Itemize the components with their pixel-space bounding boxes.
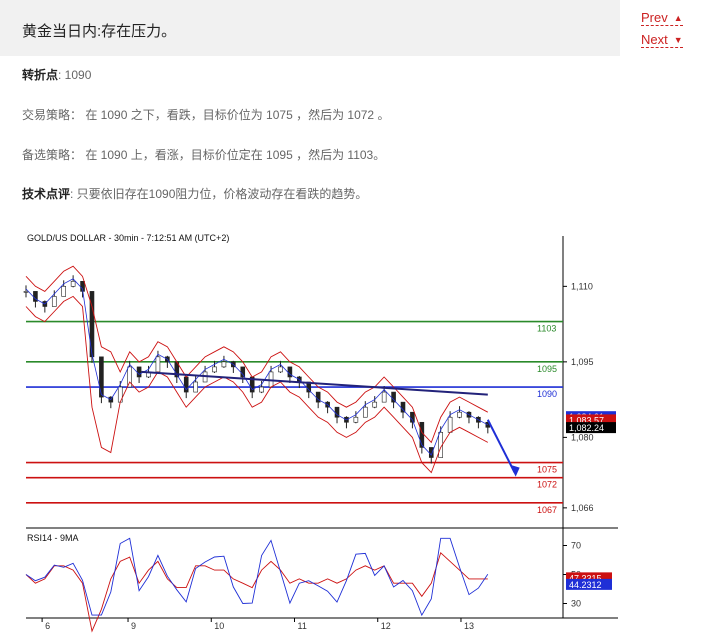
- candle-body: [428, 447, 434, 458]
- comment-label: 技术点评: [22, 187, 71, 201]
- candle-body: [381, 391, 387, 403]
- candle-body: [193, 381, 198, 393]
- strategy-paragraph: 交易策略： 在 1090 之下，看跌，目标价位为 1075 ，然后为 1072 …: [22, 106, 389, 123]
- projection-arrow-line: [486, 419, 516, 474]
- article-title: 黄金当日内:存在压力。: [22, 23, 177, 40]
- triangle-up-icon: ▲: [673, 13, 683, 23]
- candle-body: [362, 406, 368, 418]
- candle-body: [51, 296, 57, 307]
- level-label-1072: 1072: [537, 480, 557, 490]
- chart-svg: GOLD/US DOLLAR - 30min - 7:12:51 AM (UTC…: [23, 233, 618, 633]
- price-tag-label: 1,082.24: [569, 423, 604, 433]
- x-tick-label: 12: [381, 621, 391, 631]
- triangle-down-icon: ▼: [673, 35, 683, 45]
- candle-body: [259, 386, 264, 393]
- candle-body: [447, 416, 453, 433]
- candle-body: [372, 401, 378, 408]
- y-tick-label: 1,066: [571, 503, 594, 513]
- candle-body: [240, 366, 246, 378]
- alt-strategy-paragraph: 备选策略： 在 1090 上，看涨，目标价位定在 1095 ，然后为 1103。: [22, 146, 385, 163]
- pivot-value: : 1090: [58, 68, 92, 82]
- bollinger-upper: [25, 265, 489, 444]
- candle-body: [419, 421, 425, 448]
- alt-strategy-label: 备选策略: [22, 148, 71, 162]
- moving-average-line: [25, 278, 488, 456]
- level-label-1095: 1095: [537, 364, 557, 374]
- rsi-tick-label: 70: [571, 541, 581, 551]
- rsi-line: [25, 537, 489, 617]
- next-link[interactable]: Next ▼: [641, 33, 683, 48]
- article-header: 黄金当日内:存在压力。: [0, 0, 620, 56]
- candle-body: [221, 361, 227, 368]
- candle-body: [155, 356, 161, 373]
- alt-strategy-text: ： 在 1090 上，看涨，目标价位定在 1095 ，然后为 1103。: [70, 148, 386, 162]
- x-tick-label: 9: [131, 621, 136, 631]
- level-label-1075: 1075: [537, 465, 557, 475]
- x-tick-label: 13: [464, 621, 474, 631]
- candle-body: [70, 281, 76, 287]
- strategy-text: ： 在 1090 之下，看跌，目标价位为 1075 ，然后为 1072 。: [70, 108, 390, 122]
- strategy-label: 交易策略: [22, 108, 71, 122]
- price-chart: GOLD/US DOLLAR - 30min - 7:12:51 AM (UTC…: [18, 228, 618, 638]
- comment-text: : 只要依旧存在1090阻力位，价格波动存在看跌的趋势。: [70, 187, 368, 201]
- y-tick-label: 1,080: [571, 432, 594, 442]
- level-label-1090: 1090: [537, 389, 557, 399]
- candle-body: [23, 291, 29, 293]
- pivot-paragraph: 转折点: 1090: [22, 66, 91, 83]
- candle-body: [61, 286, 66, 297]
- rsi-title: RSI14 - 9MA: [27, 533, 79, 543]
- rsi-tick-label: 30: [571, 599, 581, 609]
- rsi-ma-line: [25, 551, 488, 633]
- candle-body: [353, 416, 359, 423]
- prev-link[interactable]: Prev ▲: [641, 11, 683, 26]
- x-tick-label: 10: [214, 621, 224, 631]
- next-label: Next: [641, 32, 668, 47]
- level-label-1067: 1067: [537, 505, 557, 515]
- bollinger-lower: [25, 295, 489, 474]
- chart-title: GOLD/US DOLLAR - 30min - 7:12:51 AM (UTC…: [27, 233, 229, 243]
- y-tick-label: 1,095: [571, 357, 594, 367]
- candle-body: [278, 366, 283, 373]
- candle-body: [99, 356, 104, 398]
- candle-body: [212, 366, 217, 373]
- candle-body: [457, 411, 462, 418]
- projection-arrow-head: [509, 464, 520, 477]
- rsi-tag-label: 44.2312: [569, 580, 602, 590]
- comment-paragraph: 技术点评: 只要依旧存在1090阻力位，价格波动存在看跌的趋势。: [22, 185, 367, 202]
- level-label-1103: 1103: [537, 324, 556, 334]
- pivot-label: 转折点: [22, 68, 59, 82]
- x-tick-label: 6: [45, 621, 50, 631]
- y-tick-label: 1,110: [571, 281, 593, 291]
- candle-body: [136, 366, 142, 378]
- x-tick-label: 11: [298, 621, 307, 631]
- prev-label: Prev: [641, 10, 668, 25]
